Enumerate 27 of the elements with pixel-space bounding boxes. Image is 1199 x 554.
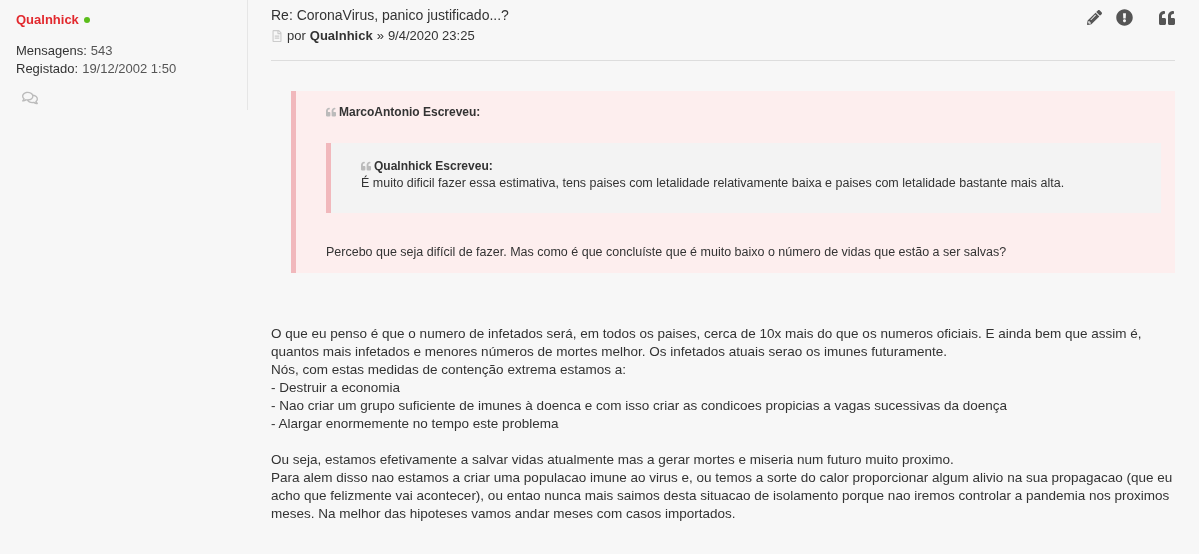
post-author-link[interactable]: Qualnhick xyxy=(309,26,373,46)
profile-value: 543 xyxy=(90,41,113,60)
post-text: O que eu penso é que o numero de infetados será, em todos os paises, cerca de 10x mais do que os numeros oficiais. E ainda bem que assim é, quantos mais infetados e menores números de mortes melhor. Os infetados atuais serao os imunes futuramente. xyxy=(271,325,1143,362)
profile-label: Mensagens: xyxy=(16,41,87,60)
post-date: 9/4/2020 23:25 xyxy=(387,27,475,45)
post-text: - Alargar enormemente no tempo este problema xyxy=(271,415,560,434)
quote-icon[interactable] xyxy=(1159,9,1175,26)
document-icon xyxy=(271,29,283,42)
post-text: - Destruir a economia xyxy=(271,379,402,398)
quote-header: MarcoAntonio Escreveu: xyxy=(339,103,481,121)
post-byline-prefix: por xyxy=(287,27,306,45)
post-title[interactable]: Re: CoronaVirus, panico justificado...? xyxy=(271,6,1087,24)
post-text: Para alem disso nao estamos a criar uma populacao imune ao virus e, ou temos a sorte do calor proporcionar algum alivio na sua propagacao (que eu acho que felizmente vai acontecer), ou entao nunca mais saimos desta situacao de isolamento porque nao iremos controlar a pandemia nos proximos meses. Na melhor das hipoteses vamos andar meses com casos importados. xyxy=(271,469,1174,524)
quote-header: Qualnhick Escreveu: xyxy=(374,157,493,175)
report-icon[interactable] xyxy=(1116,9,1133,26)
quote-text: Percebo que seja difícil de fazer. Mas como é que concluíste que é muito baixo o número de vidas que estão a ser salvas? xyxy=(326,243,1008,261)
quote-mark-icon xyxy=(361,160,371,171)
quote-mark-icon xyxy=(326,106,336,117)
quote-text: É muito dificil fazer essa estimativa, tens paises com letalidade relativamente baixa e paises com letalidade bastante mais alta. xyxy=(361,174,1066,191)
post-text: Ou seja, estamos efetivamente a salvar vidas atualmente mas a gerar mortes e miseria num futuro muito proximo. xyxy=(271,451,955,470)
post-text: - Nao criar um grupo suficiente de imunes à doenca e com isso criar as condicoes propicias a vagas sucessivas da doença xyxy=(271,397,1009,416)
username-link[interactable]: Qualnhick xyxy=(16,10,79,30)
edit-icon[interactable] xyxy=(1087,10,1102,25)
post-text: Nós, com estas medidas de contenção extrema estamos a: xyxy=(271,361,627,380)
profile-value: 19/12/2002 1:50 xyxy=(82,59,177,78)
profile-label: Registado: xyxy=(16,59,79,78)
post-byline-separator: » xyxy=(376,27,384,45)
